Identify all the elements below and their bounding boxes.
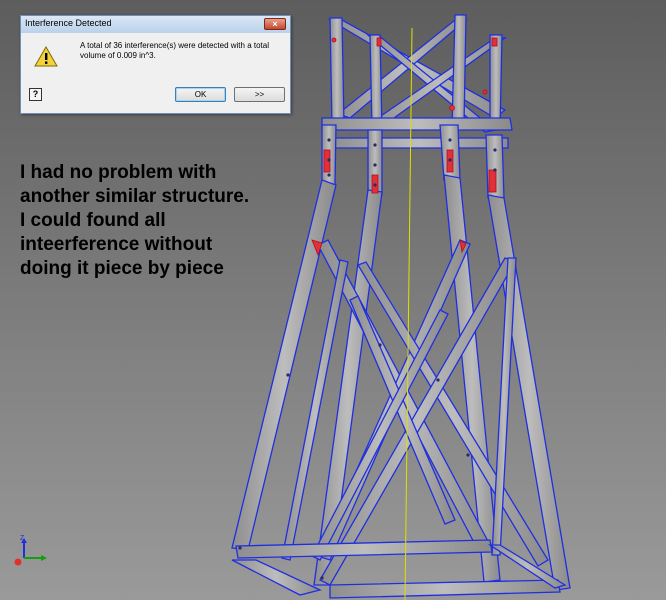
top-ring — [321, 117, 513, 131]
annotation-text: I had no problem with another similar st… — [20, 161, 310, 281]
bottom-ring — [231, 559, 322, 596]
ok-button[interactable]: OK — [175, 87, 226, 102]
annotation-line: doing it piece by piece — [20, 258, 224, 279]
axis-line — [404, 27, 413, 600]
interference-dialog[interactable]: Interference Detected × A total of 36 in… — [20, 15, 291, 114]
close-icon[interactable]: × — [264, 18, 286, 30]
cap-post — [329, 17, 345, 126]
dialog-titlebar[interactable]: Interference Detected × — [21, 16, 290, 33]
top-ring — [329, 137, 509, 149]
annotation-line: I could found all — [20, 210, 166, 231]
cap-post — [369, 34, 383, 131]
annotation-line: inteerference without — [20, 234, 213, 255]
dialog-message: A total of 36 interference(s) were detec… — [80, 41, 269, 60]
bottom-ring — [235, 539, 493, 559]
triad-z-label: Z — [20, 535, 25, 542]
cap-post — [489, 34, 503, 131]
dialog-title: Interference Detected — [25, 18, 112, 28]
help-icon[interactable]: ? — [29, 88, 42, 101]
warning-icon — [34, 46, 58, 67]
annotation-line: another similar structure. — [20, 186, 250, 207]
axis-triad: Z — [14, 535, 47, 566]
annotation-line: I had no problem with — [20, 162, 217, 183]
bottom-ring — [329, 579, 561, 599]
expand-button[interactable]: >> — [234, 87, 285, 102]
